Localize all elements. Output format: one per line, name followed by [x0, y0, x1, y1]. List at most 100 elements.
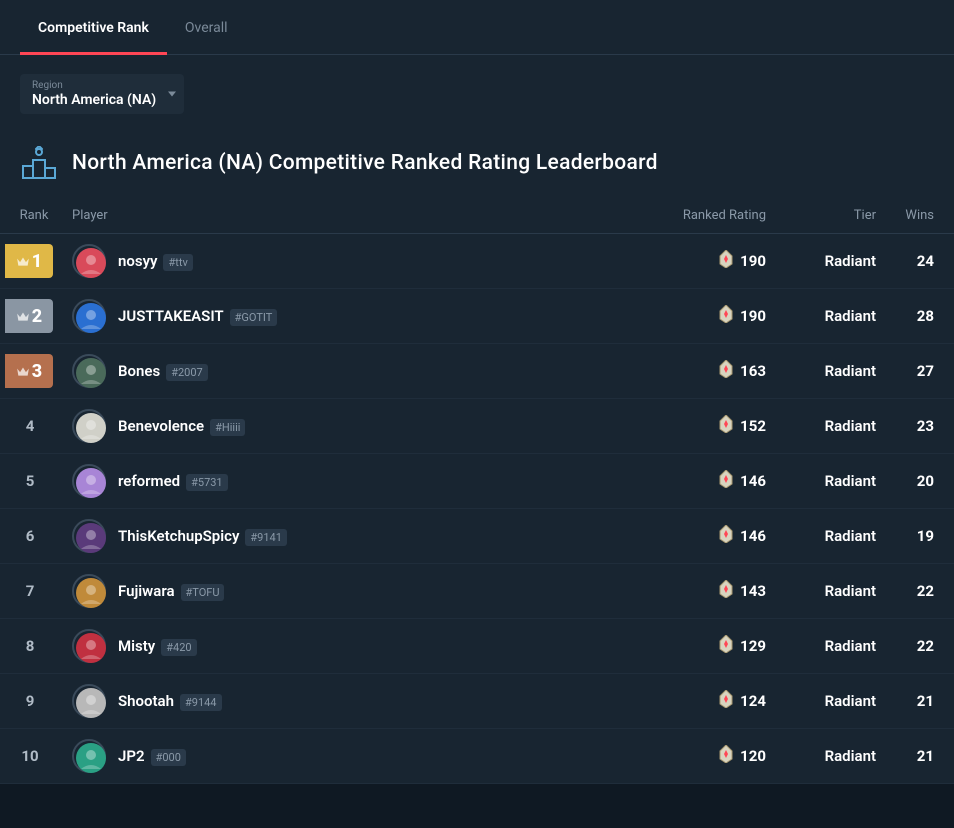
rank-number: 6 — [26, 527, 35, 545]
player-name[interactable]: Fujiwara — [118, 582, 175, 600]
player-name[interactable]: JP2 — [118, 747, 145, 765]
tier-cell: Radiant — [774, 234, 884, 289]
rank-badge: 3 — [5, 354, 53, 388]
leaderboard-icon — [20, 146, 58, 180]
avatar — [72, 519, 106, 553]
tier-cell: Radiant — [774, 729, 884, 784]
player-tag: #9141 — [245, 529, 287, 546]
player-cell: Shootah#9144 — [60, 674, 634, 729]
region-select[interactable]: Region North America (NA) — [20, 74, 184, 114]
tab-overall[interactable]: Overall — [167, 0, 246, 54]
rating-value: 120 — [740, 747, 766, 765]
col-header-player: Player — [60, 198, 634, 234]
player-cell: nosyy #ttv — [60, 234, 634, 289]
rating-cell: 124 — [634, 674, 774, 729]
player-name[interactable]: Benevolence — [118, 417, 204, 435]
rating-cell: 152 — [634, 399, 774, 454]
table-row[interactable]: 10JP2#000 120 Radiant21 — [0, 729, 954, 784]
rank-cell: 9 — [0, 674, 60, 729]
player-name[interactable]: ThisKetchupSpicy — [118, 527, 239, 545]
col-header-rank: Rank — [0, 198, 60, 234]
wins-cell: 21 — [884, 674, 954, 729]
rank-badge: 1 — [5, 244, 53, 278]
rating-value: 163 — [740, 362, 766, 380]
rating-value: 146 — [740, 472, 766, 490]
wins-cell: 27 — [884, 344, 954, 399]
wins-cell: 21 — [884, 729, 954, 784]
player-tag: #420 — [161, 639, 196, 656]
rating-cell: 143 — [634, 564, 774, 619]
rank-number: 1 — [32, 251, 42, 272]
rating-cell: 146 — [634, 454, 774, 509]
player-name[interactable]: nosyy — [118, 252, 157, 270]
rank-cell: 2 — [0, 289, 60, 344]
table-row[interactable]: 6 ThisKetchupSpicy #9141 146 Radiant19 — [0, 509, 954, 564]
rating-icon — [718, 250, 734, 272]
rank-cell: 8 — [0, 619, 60, 674]
avatar — [72, 354, 106, 388]
player-tag: #5731 — [186, 474, 228, 491]
tier-cell: Radiant — [774, 289, 884, 344]
rank-cell: 5 — [0, 454, 60, 509]
player-tag: #ttv — [163, 254, 192, 271]
player-tag: #2007 — [166, 364, 208, 381]
player-tag: #TOFU — [181, 584, 225, 601]
wins-cell: 24 — [884, 234, 954, 289]
rank-cell: 4 — [0, 399, 60, 454]
rank-badge: 2 — [5, 299, 53, 333]
rating-cell: 190 — [634, 289, 774, 344]
tier-cell: Radiant — [774, 509, 884, 564]
rating-icon — [718, 415, 734, 437]
wins-cell: 19 — [884, 509, 954, 564]
rank-cell: 10 — [0, 729, 60, 784]
avatar — [72, 409, 106, 443]
rating-icon — [718, 580, 734, 602]
tab-competitive-rank[interactable]: Competitive Rank — [20, 0, 167, 54]
rating-icon — [718, 305, 734, 327]
rating-icon — [718, 525, 734, 547]
rating-value: 129 — [740, 637, 766, 655]
wins-cell: 23 — [884, 399, 954, 454]
avatar — [72, 244, 106, 278]
table-row[interactable]: 9Shootah#9144124Radiant21 — [0, 674, 954, 729]
table-row[interactable]: 2JUSTTAKEASIT#GOTIT190Radiant28 — [0, 289, 954, 344]
player-name[interactable]: Bones — [118, 362, 160, 380]
rating-icon — [718, 745, 734, 767]
rating-value: 146 — [740, 527, 766, 545]
rating-value: 143 — [740, 582, 766, 600]
table-row[interactable]: 7Fujiwara#TOFU143Radiant22 — [0, 564, 954, 619]
player-cell: JP2#000 — [60, 729, 634, 784]
rating-value: 124 — [740, 692, 766, 710]
player-name[interactable]: JUSTTAKEASIT — [118, 307, 224, 325]
rating-icon — [718, 690, 734, 712]
wins-cell: 20 — [884, 454, 954, 509]
wins-cell: 22 — [884, 564, 954, 619]
player-name[interactable]: Misty — [118, 637, 155, 655]
col-header-tier: Tier — [774, 198, 884, 234]
col-header-rating: Ranked Rating — [634, 198, 774, 234]
rating-icon — [718, 470, 734, 492]
table-row[interactable]: 1nosyy#ttv190Radiant24 — [0, 234, 954, 289]
rating-cell: 129 — [634, 619, 774, 674]
col-header-wins: Wins — [884, 198, 954, 234]
avatar — [72, 574, 106, 608]
rating-cell: 163 — [634, 344, 774, 399]
chevron-down-icon — [168, 92, 176, 97]
player-name[interactable]: Shootah — [118, 692, 174, 710]
rank-cell: 6 — [0, 509, 60, 564]
avatar — [72, 739, 106, 773]
table-row[interactable]: 5reformed#5731146Radiant20 — [0, 454, 954, 509]
wins-cell: 22 — [884, 619, 954, 674]
player-name[interactable]: reformed — [118, 472, 180, 490]
table-row[interactable]: 8Misty#420129Radiant22 — [0, 619, 954, 674]
avatar — [72, 299, 106, 333]
player-tag: #GOTIT — [230, 309, 278, 326]
tier-cell: Radiant — [774, 399, 884, 454]
table-row[interactable]: 3Bones#2007163Radiant27 — [0, 344, 954, 399]
table-row[interactable]: 4 Benevolence #Hiiii 152Radiant23 — [0, 399, 954, 454]
rank-cell: 1 — [0, 234, 60, 289]
player-tag: #Hiiii — [210, 419, 245, 436]
player-cell: Benevolence #Hiiii — [60, 399, 634, 454]
avatar — [72, 464, 106, 498]
rank-number: 5 — [26, 472, 35, 490]
